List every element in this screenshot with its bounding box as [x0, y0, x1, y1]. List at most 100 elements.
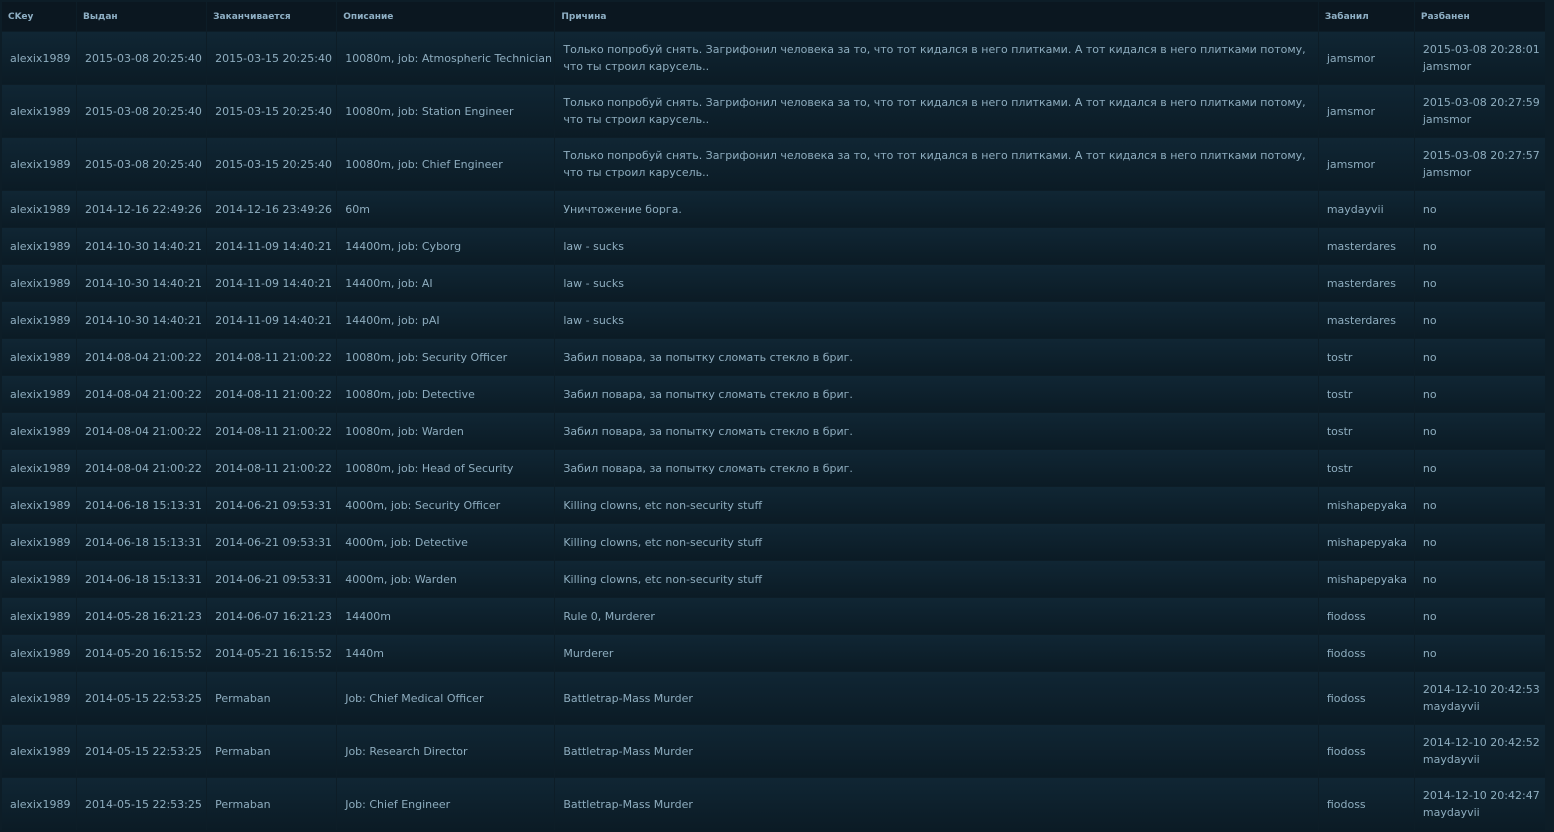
cell-description: 60m — [337, 191, 555, 227]
cell-ckey: alexix1989 — [2, 487, 77, 523]
cell-issued: 2015-03-08 20:25:40 — [77, 85, 207, 137]
cell-issued: 2014-10-30 14:40:21 — [77, 302, 207, 338]
unbanned-value: no — [1422, 313, 1437, 327]
table-row: alexix1989 2015-03-08 20:25:40 2015-03-15 … — [2, 138, 1545, 190]
cell-expires: 2014-06-21 09:53:31 — [207, 524, 337, 560]
header-issued: Выдан — [77, 2, 207, 31]
cell-expires: 2014-11-09 14:40:21 — [207, 228, 337, 264]
unbanned-value: no — [1422, 350, 1437, 364]
cell-reason: law - sucks — [555, 302, 1318, 338]
cell-issued: 2014-06-18 15:13:31 — [77, 524, 207, 560]
cell-reason: Только попробуй снять. Загрифонил челове… — [555, 32, 1318, 84]
unbanned-value: no — [1422, 387, 1437, 401]
table-row: alexix1989 2014-10-30 14:40:21 2014-11-09 … — [2, 265, 1545, 301]
cell-unbanned: 2015-03-08 20:27:57 jamsmor — [1414, 138, 1545, 190]
table-row: alexix1989 2014-05-15 22:53:25 Permaban Job… — [2, 725, 1545, 777]
unbanned-by-value: maydayvii — [1422, 700, 1480, 713]
cell-reason: Забил повара, за попытку сломать стекло … — [555, 339, 1318, 375]
cell-expires: 2014-11-09 14:40:21 — [207, 302, 337, 338]
unbanned-value: 2014-12-10 20:42:53 — [1422, 683, 1540, 696]
cell-banned-by: fiodoss — [1318, 672, 1414, 724]
table-row: alexix1989 2014-05-20 16:15:52 2014-05-21 … — [2, 635, 1545, 671]
cell-unbanned: no — [1414, 524, 1545, 560]
cell-expires: 2014-06-07 16:21:23 — [207, 598, 337, 634]
cell-banned-by: fiodoss — [1318, 725, 1414, 777]
cell-banned-by: masterdares — [1318, 302, 1414, 338]
cell-expires: 2014-08-11 21:00:22 — [207, 450, 337, 486]
cell-description: 4000m, job: Warden — [337, 561, 555, 597]
cell-reason: Killing clowns, etc non-security stuff — [555, 524, 1318, 560]
cell-expires: 2014-08-11 21:00:22 — [207, 413, 337, 449]
cell-banned-by: masterdares — [1318, 228, 1414, 264]
cell-expires: 2014-08-11 21:00:22 — [207, 339, 337, 375]
cell-ckey: alexix1989 — [2, 725, 77, 777]
cell-reason: Уничтожение борга. — [555, 191, 1318, 227]
cell-description: 10080m, job: Chief Engineer — [337, 138, 555, 190]
cell-description: 4000m, job: Detective — [337, 524, 555, 560]
unbanned-value: no — [1422, 646, 1437, 660]
cell-ckey: alexix1989 — [2, 339, 77, 375]
cell-description: Job: Research Director — [337, 725, 555, 777]
unbanned-value: no — [1422, 572, 1437, 586]
cell-issued: 2015-03-08 20:25:40 — [77, 138, 207, 190]
cell-unbanned: 2014-12-10 20:42:47 maydayvii — [1414, 778, 1545, 830]
cell-unbanned: 2014-12-10 20:42:52 maydayvii — [1414, 725, 1545, 777]
table-row: alexix1989 2015-03-08 20:25:40 2015-03-15 … — [2, 85, 1545, 137]
cell-banned-by: fiodoss — [1318, 598, 1414, 634]
cell-banned-by: mishapepyaka — [1318, 487, 1414, 523]
cell-expires: 2015-03-15 20:25:40 — [207, 85, 337, 137]
cell-issued: 2014-08-04 21:00:22 — [77, 339, 207, 375]
table-row: alexix1989 2014-10-30 14:40:21 2014-11-09 … — [2, 302, 1545, 338]
table-row: alexix1989 2014-05-15 22:53:25 Permaban Job… — [2, 778, 1545, 830]
cell-description: 14400m, job: pAI — [337, 302, 555, 338]
cell-issued: 2014-10-30 14:40:21 — [77, 228, 207, 264]
cell-expires: 2014-12-16 23:49:26 — [207, 191, 337, 227]
cell-unbanned: no — [1414, 228, 1545, 264]
cell-reason: law - sucks — [555, 265, 1318, 301]
cell-banned-by: mishapepyaka — [1318, 524, 1414, 560]
cell-reason: Забил повара, за попытку сломать стекло … — [555, 376, 1318, 412]
table-row: alexix1989 2014-10-30 14:40:21 2014-11-09 … — [2, 228, 1545, 264]
cell-reason: Battletrap-Mass Murder — [555, 725, 1318, 777]
cell-issued: 2014-05-28 16:21:23 — [77, 598, 207, 634]
unbanned-value: no — [1422, 535, 1437, 549]
cell-ckey: alexix1989 — [2, 302, 77, 338]
cell-expires: 2015-03-15 20:25:40 — [207, 138, 337, 190]
cell-banned-by: jamsmor — [1318, 85, 1414, 137]
cell-description: 14400m, job: AI — [337, 265, 555, 301]
unbanned-value: no — [1422, 276, 1437, 290]
table-row: alexix1989 2014-06-18 15:13:31 2014-06-21 … — [2, 561, 1545, 597]
cell-ckey: alexix1989 — [2, 413, 77, 449]
cell-issued: 2014-08-04 21:00:22 — [77, 450, 207, 486]
cell-unbanned: no — [1414, 265, 1545, 301]
cell-unbanned: no — [1414, 450, 1545, 486]
unbanned-by-value: jamsmor — [1422, 113, 1472, 126]
unbanned-by-value: maydayvii — [1422, 753, 1480, 766]
cell-issued: 2014-08-04 21:00:22 — [77, 376, 207, 412]
cell-unbanned: no — [1414, 635, 1545, 671]
cell-description: 14400m — [337, 598, 555, 634]
cell-expires: 2014-08-11 21:00:22 — [207, 376, 337, 412]
cell-issued: 2014-05-15 22:53:25 — [77, 725, 207, 777]
cell-expires: 2014-11-09 14:40:21 — [207, 265, 337, 301]
cell-banned-by: tostr — [1318, 339, 1414, 375]
cell-ckey: alexix1989 — [2, 561, 77, 597]
cell-reason: Только попробуй снять. Загрифонил челове… — [555, 138, 1318, 190]
unbanned-by-value: maydayvii — [1422, 806, 1480, 819]
unbanned-value: 2014-12-10 20:42:47 — [1422, 789, 1540, 802]
cell-issued: 2014-06-18 15:13:31 — [77, 561, 207, 597]
cell-reason: Rule 0, Murderer — [555, 598, 1318, 634]
cell-ckey: alexix1989 — [2, 32, 77, 84]
cell-banned-by: tostr — [1318, 450, 1414, 486]
ban-rows: alexix1989 2015-03-08 20:25:40 2015-03-15 … — [2, 32, 1545, 830]
header-unbanned: Разбанен — [1414, 2, 1545, 31]
table-row: alexix1989 2014-08-04 21:00:22 2014-08-11 … — [2, 376, 1545, 412]
header-ckey: CKey — [2, 2, 77, 31]
cell-banned-by: mishapepyaka — [1318, 561, 1414, 597]
cell-banned-by: fiodoss — [1318, 778, 1414, 830]
cell-unbanned: no — [1414, 302, 1545, 338]
cell-description: 10080m, job: Head of Security — [337, 450, 555, 486]
header-expires: Заканчивается — [207, 2, 337, 31]
unbanned-value: no — [1422, 461, 1437, 475]
table-row: alexix1989 2014-06-18 15:13:31 2014-06-21 … — [2, 487, 1545, 523]
